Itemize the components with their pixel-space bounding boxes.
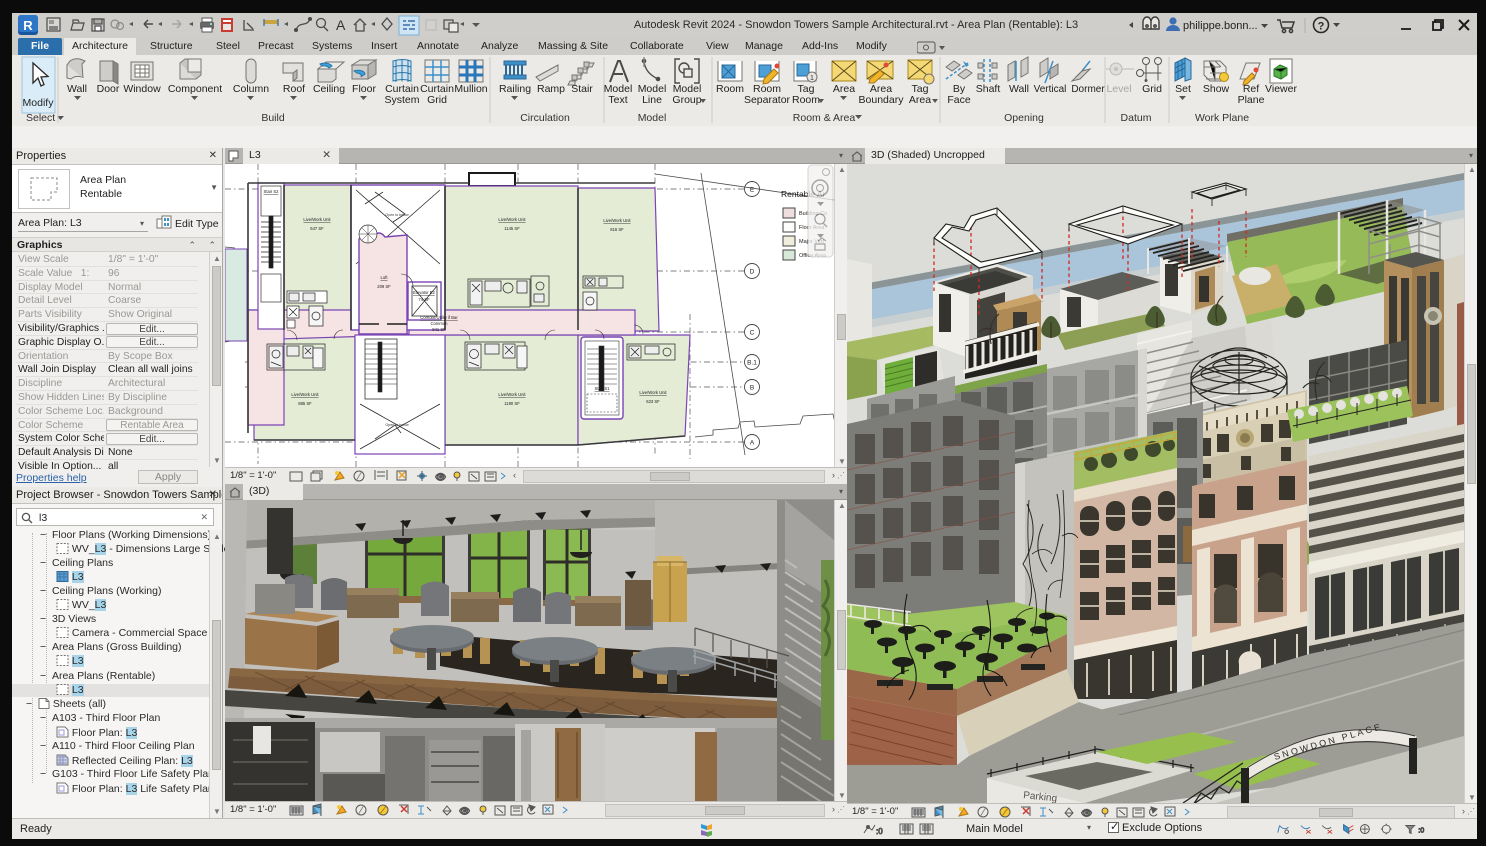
svg-text:Room: Room (792, 94, 820, 106)
svg-text:Window: Window (123, 83, 161, 95)
svg-text:Opening: Opening (1004, 112, 1044, 124)
svg-text:Wall: Wall (67, 83, 87, 95)
svg-text:D: D (750, 269, 755, 276)
svg-text:Datum: Datum (1121, 112, 1152, 124)
svg-text:Dormer: Dormer (1071, 84, 1105, 95)
svg-text:885 SF: 885 SF (298, 401, 312, 406)
svg-text:Open to below: Open to below (385, 213, 409, 217)
svg-text:Column: Column (233, 83, 269, 95)
svg-text:B.1: B.1 (747, 360, 757, 367)
svg-text:Room & Area: Room & Area (793, 112, 856, 124)
svg-text::0: :0 (876, 827, 883, 836)
svg-text:philippe.bonn...: philippe.bonn... (1183, 20, 1258, 32)
svg-text:Select: Select (26, 112, 55, 124)
svg-text:Area: Area (909, 94, 931, 106)
svg-text:Elevator E2: Elevator E2 (413, 290, 435, 295)
svg-text:👁: 👁 (1081, 808, 1092, 818)
svg-text:Common: Common (431, 321, 449, 326)
svg-text:A: A (750, 440, 755, 447)
svg-text:Room: Room (716, 83, 744, 95)
svg-text:Ramp: Ramp (537, 83, 565, 95)
svg-text:Live/Work Unit: Live/Work Unit (498, 217, 526, 222)
svg-text:Work Plane: Work Plane (1195, 112, 1249, 124)
svg-text:Mullion: Mullion (454, 83, 487, 95)
svg-text:Model: Model (638, 112, 667, 124)
svg-text:Face: Face (947, 94, 971, 106)
svg-text:A: A (336, 17, 346, 33)
svg-text:Line: Line (642, 94, 662, 106)
svg-text:Circulation: Circulation (520, 112, 570, 124)
svg-text:Plane: Plane (1238, 94, 1265, 106)
svg-text:74 SF: 74 SF (418, 297, 430, 302)
svg-text:Roof: Roof (283, 83, 305, 95)
svg-text:Door: Door (97, 83, 120, 95)
svg-text:Grid: Grid (427, 94, 447, 106)
svg-text:209 SF: 209 SF (377, 284, 391, 289)
svg-text:Group: Group (672, 94, 701, 106)
svg-text:Show: Show (1203, 83, 1230, 95)
svg-text:Live/Work Unit: Live/Work Unit (291, 392, 319, 397)
svg-text:Wall: Wall (1009, 83, 1029, 95)
svg-text:Railing: Railing (499, 83, 531, 95)
svg-text:Live/Work Unit: Live/Work Unit (603, 218, 631, 223)
svg-text:1: 1 (810, 75, 814, 82)
svg-text:System: System (384, 94, 419, 106)
svg-text:Shaft: Shaft (976, 83, 1001, 95)
svg-text:Loft: Loft (381, 275, 389, 280)
svg-text:1190 SF: 1190 SF (504, 401, 520, 406)
svg-text:Stair S2: Stair S2 (264, 189, 280, 194)
svg-text:Separator: Separator (744, 94, 791, 106)
svg-text:Open to below: Open to below (385, 423, 409, 427)
svg-text::0: :0 (1418, 827, 1424, 835)
svg-text:Component: Component (168, 83, 222, 95)
svg-text:647 SF: 647 SF (310, 226, 324, 231)
svg-text:Stair S1: Stair S1 (595, 386, 611, 391)
svg-text:Set: Set (1175, 83, 1191, 95)
svg-text:Area: Area (833, 83, 855, 95)
svg-text:👁: 👁 (459, 806, 470, 816)
svg-text:1145 SF: 1145 SF (504, 226, 520, 231)
svg-text:623 SF: 623 SF (646, 399, 660, 404)
svg-text:Boundary: Boundary (859, 94, 905, 106)
svg-text:Viewer: Viewer (1265, 83, 1297, 95)
svg-text:Stair: Stair (571, 83, 593, 95)
svg-text:R: R (23, 18, 33, 33)
svg-text:👁: 👁 (435, 472, 446, 482)
svg-text:Text: Text (608, 94, 627, 106)
svg-text:Floor: Floor (352, 83, 376, 95)
svg-text:C: C (750, 330, 755, 337)
svg-text:Live/Work Unit: Live/Work Unit (639, 390, 667, 395)
svg-text:Corridor/Utility if Bar: Corridor/Utility if Bar (420, 315, 458, 320)
svg-text:Ceiling: Ceiling (313, 83, 345, 95)
svg-text:816 SF: 816 SF (610, 227, 624, 232)
svg-text:Live/Work Unit: Live/Work Unit (498, 392, 526, 397)
svg-text:?: ? (1318, 21, 1325, 33)
svg-text:841 SF: 841 SF (432, 327, 446, 332)
svg-text:Live/Work Unit: Live/Work Unit (303, 217, 331, 222)
svg-text:Level: Level (1106, 83, 1131, 95)
svg-text:Grid: Grid (1142, 83, 1162, 95)
svg-text:B: B (750, 385, 754, 392)
svg-text:Build: Build (261, 112, 285, 124)
svg-text:Modify: Modify (23, 97, 55, 109)
svg-text:Vertical: Vertical (1034, 84, 1067, 95)
